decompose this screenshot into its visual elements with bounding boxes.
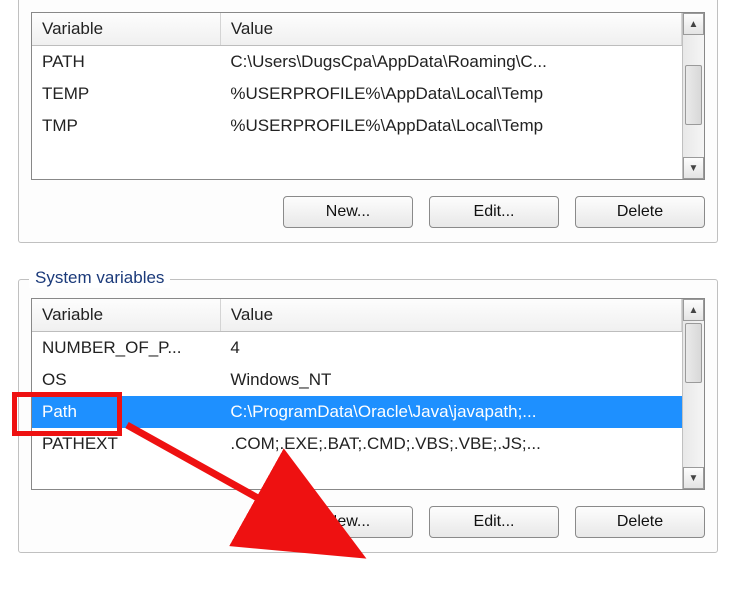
table-row[interactable]: NUMBER_OF_P... 4 bbox=[32, 332, 682, 365]
table-row[interactable]: PATH C:\Users\DugsCpa\AppData\Roaming\C.… bbox=[32, 46, 682, 79]
edit-button[interactable]: Edit... bbox=[429, 196, 559, 228]
column-header-value[interactable]: Value bbox=[220, 13, 681, 46]
delete-button[interactable]: Delete bbox=[575, 196, 705, 228]
cell-value: %USERPROFILE%\AppData\Local\Temp bbox=[220, 110, 681, 142]
cell-value: C:\ProgramData\Oracle\Java\javapath;... bbox=[220, 396, 681, 428]
cell-variable: PATH bbox=[32, 46, 220, 79]
new-button[interactable]: New... bbox=[283, 196, 413, 228]
scrollbar[interactable]: ▲ ▼ bbox=[682, 13, 704, 179]
column-header-variable[interactable]: Variable bbox=[32, 299, 220, 332]
table-row[interactable]: OS Windows_NT bbox=[32, 364, 682, 396]
cell-value: .COM;.EXE;.BAT;.CMD;.VBS;.VBE;.JS;... bbox=[220, 428, 681, 460]
cell-variable: TMP bbox=[32, 110, 220, 142]
system-variables-panel: System variables Variable Value NUMBER_O… bbox=[18, 279, 718, 553]
group-label: System variables bbox=[29, 268, 170, 288]
scrollbar[interactable]: ▲ ▼ bbox=[682, 299, 704, 489]
edit-button[interactable]: Edit... bbox=[429, 506, 559, 538]
delete-button[interactable]: Delete bbox=[575, 506, 705, 538]
column-header-variable[interactable]: Variable bbox=[32, 13, 220, 46]
system-variables-table[interactable]: Variable Value NUMBER_OF_P... 4 OS Windo… bbox=[31, 298, 705, 490]
scrollbar-thumb[interactable] bbox=[685, 65, 702, 125]
table-row[interactable]: TEMP %USERPROFILE%\AppData\Local\Temp bbox=[32, 78, 682, 110]
user-variables-table[interactable]: Variable Value PATH C:\Users\DugsCpa\App… bbox=[31, 12, 705, 180]
scroll-up-icon[interactable]: ▲ bbox=[683, 13, 704, 35]
scroll-down-icon[interactable]: ▼ bbox=[683, 467, 704, 489]
cell-variable: OS bbox=[32, 364, 220, 396]
column-header-value[interactable]: Value bbox=[220, 299, 681, 332]
cell-variable: TEMP bbox=[32, 78, 220, 110]
table-row[interactable]: PATHEXT .COM;.EXE;.BAT;.CMD;.VBS;.VBE;.J… bbox=[32, 428, 682, 460]
table-row-selected[interactable]: Path C:\ProgramData\Oracle\Java\javapath… bbox=[32, 396, 682, 428]
cell-variable: Path bbox=[32, 396, 220, 428]
cell-value: 4 bbox=[220, 332, 681, 365]
table-row[interactable]: TMP %USERPROFILE%\AppData\Local\Temp bbox=[32, 110, 682, 142]
new-button[interactable]: New... bbox=[283, 506, 413, 538]
scroll-up-icon[interactable]: ▲ bbox=[683, 299, 704, 321]
cell-value: %USERPROFILE%\AppData\Local\Temp bbox=[220, 78, 681, 110]
scrollbar-track[interactable] bbox=[683, 35, 704, 157]
cell-value: Windows_NT bbox=[220, 364, 681, 396]
cell-variable: PATHEXT bbox=[32, 428, 220, 460]
scrollbar-track[interactable] bbox=[683, 321, 704, 467]
cell-variable: NUMBER_OF_P... bbox=[32, 332, 220, 365]
user-variables-panel: Variable Value PATH C:\Users\DugsCpa\App… bbox=[18, 0, 718, 243]
scroll-down-icon[interactable]: ▼ bbox=[683, 157, 704, 179]
cell-value: C:\Users\DugsCpa\AppData\Roaming\C... bbox=[220, 46, 681, 79]
scrollbar-thumb[interactable] bbox=[685, 323, 702, 383]
